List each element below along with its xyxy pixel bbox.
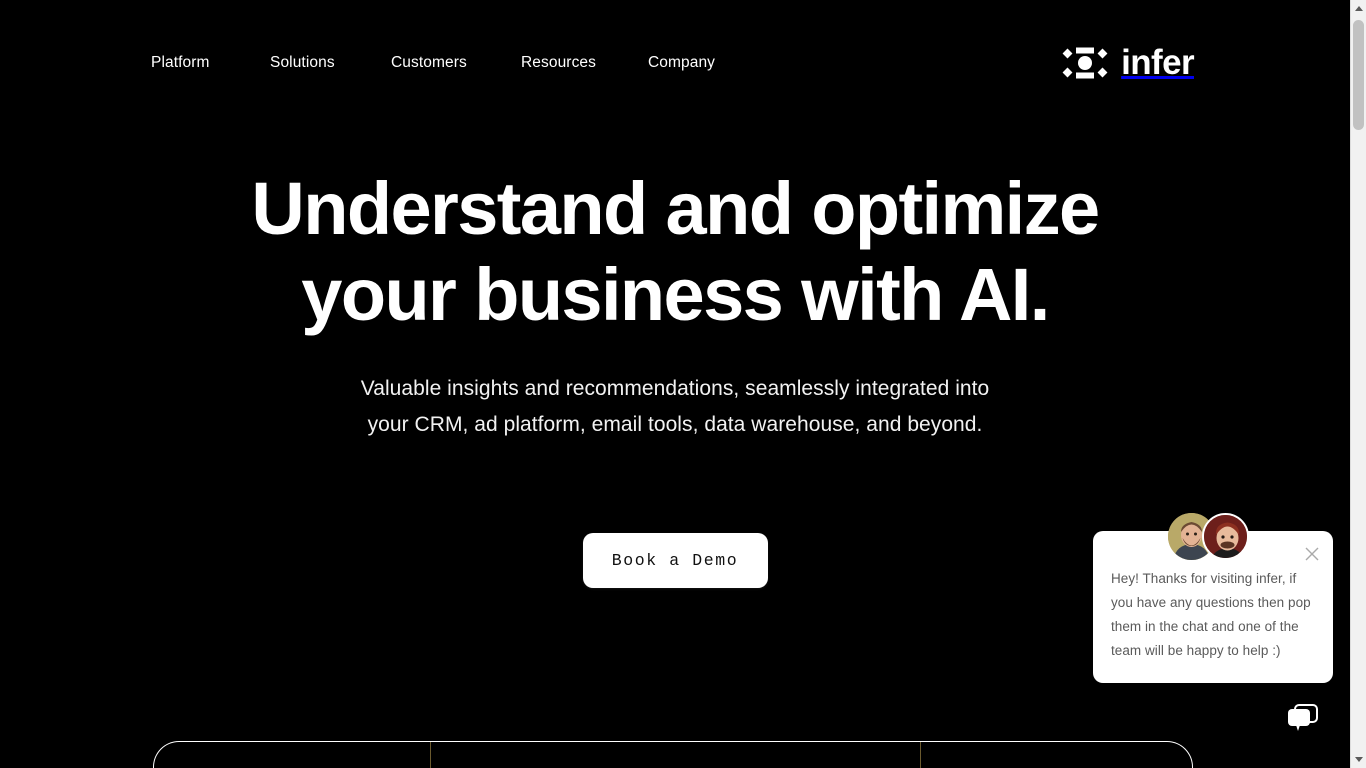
hero-subtitle: Valuable insights and recommendations, s… [360,377,990,436]
hero-title-line-2: your business with AI. [301,253,1050,336]
nav-item-solutions[interactable]: Solutions [270,52,391,74]
close-x-icon[interactable] [1301,543,1323,565]
preview-divider-1 [430,742,431,768]
nav-item-company[interactable]: Company [648,52,715,74]
hero-title-line-1: Understand and optimize [251,167,1100,250]
chat-bubbles-icon[interactable] [1285,702,1321,736]
preview-divider-2 [920,742,921,768]
dashboard-preview-panel [153,741,1193,768]
scroll-up-arrow-icon[interactable] [1351,0,1366,17]
scroll-down-arrow-icon[interactable] [1351,751,1366,768]
page-viewport: Platform Solutions Customers Resources C… [0,0,1350,768]
brand-logo-link[interactable]: infer [1061,43,1195,82]
nav-item-customers[interactable]: Customers [391,52,521,74]
agent-avatar-illustration [1202,513,1249,560]
brand-wordmark: infer [1121,43,1194,82]
infer-hex-dot-logo-icon [1061,46,1109,80]
vertical-scrollbar[interactable] [1350,0,1366,768]
page-title: Understand and optimize your business wi… [0,166,1350,338]
scroll-thumb[interactable] [1353,20,1364,130]
chat-greeting-message: Hey! Thanks for visiting infer, if you h… [1111,571,1311,658]
nav-item-platform[interactable]: Platform [151,52,270,74]
book-a-demo-button[interactable]: Book a Demo [582,533,768,588]
chat-agent-avatars [1168,513,1264,561]
top-navigation-bar: Platform Solutions Customers Resources C… [0,0,1350,112]
nav-item-resources[interactable]: Resources [521,52,648,74]
nav-links-group: Platform Solutions Customers Resources C… [151,52,715,74]
